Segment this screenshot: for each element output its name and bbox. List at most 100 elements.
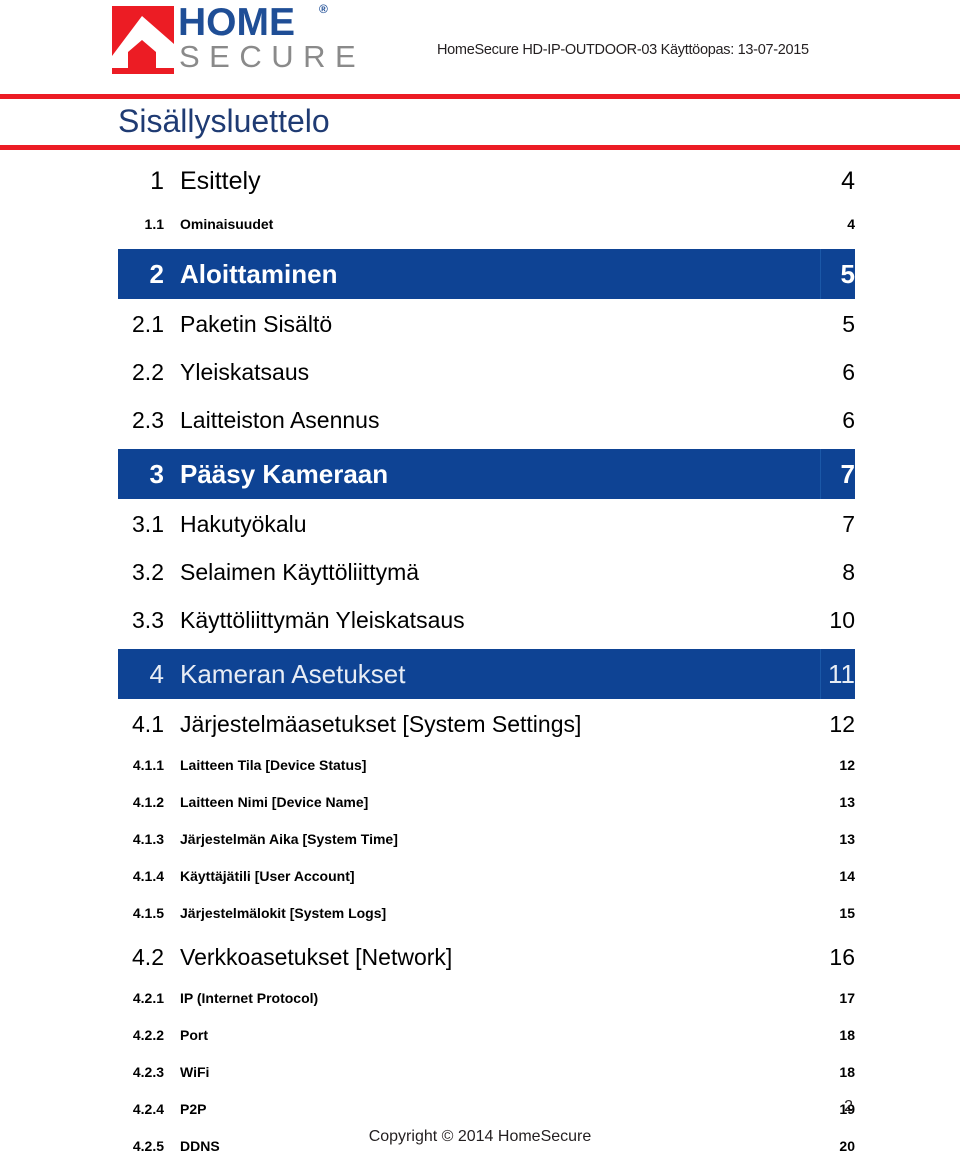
toc-entry-page-number: 11	[828, 659, 855, 689]
toc-entry-number: 4.1.3	[132, 831, 164, 847]
toc-entry-label[interactable]: Käyttöliittymän Yleiskatsaus	[180, 607, 465, 634]
toc-entry-label[interactable]: Laitteiston Asennus	[180, 407, 379, 434]
toc-entry-page-number: 8	[842, 559, 855, 585]
toc-entry-highlight-seam	[820, 249, 821, 299]
header-document-title: HomeSecure HD-IP-OUTDOOR-03 Käyttöopas: …	[437, 42, 809, 58]
table-of-contents: 1 Esittely 4 1.1 Ominaisuudet 4 2 Aloittaminen 5…	[0, 158, 960, 1169]
toc-entry[interactable]: 2.2 Yleiskatsaus 6	[0, 351, 960, 399]
toc-entry-label[interactable]: Port	[180, 1027, 208, 1043]
toc-entry[interactable]: 1 Esittely 4	[0, 158, 960, 210]
toc-entry-number: 4.2.1	[132, 990, 164, 1006]
toc-entry-label[interactable]: Esittely	[180, 167, 261, 196]
toc-entry-label[interactable]: Laitteen Nimi [Device Name]	[180, 794, 368, 810]
toc-entry-page-number: 7	[840, 459, 855, 489]
toc-entry[interactable]: 3.3 Käyttöliittymän Yleiskatsaus 10	[0, 599, 960, 647]
toc-entry-number: 4.2	[132, 944, 164, 970]
toc-entry[interactable]: 4.2.1 IP (Internet Protocol) 17	[0, 984, 960, 1021]
toc-entry-page-number: 7	[842, 511, 855, 537]
toc-entry-highlight-seam	[820, 649, 821, 699]
toc-entry-number: 1.1	[144, 216, 164, 232]
toc-entry-page-number: 16	[829, 944, 855, 970]
toc-entry-page-number: 12	[839, 757, 855, 773]
toc-entry[interactable]: 4.2.2 Port 18	[0, 1021, 960, 1058]
document-footer: 2 Copyright © 2014 HomeSecure	[0, 1098, 960, 1154]
toc-entry-number: 2	[149, 259, 164, 289]
toc-entry-number: 3.2	[132, 559, 164, 585]
toc-entry-label[interactable]: Järjestelmän Aika [System Time]	[180, 831, 398, 847]
toc-entry-number: 3	[149, 459, 164, 489]
logo-wordmark: HOME ® SECURE	[178, 2, 368, 78]
toc-entry-label[interactable]: Pääsy Kameraan	[180, 459, 388, 490]
toc-entry-number: 4.1.4	[132, 868, 164, 884]
toc-entry-label[interactable]: WiFi	[180, 1064, 209, 1080]
toc-entry[interactable]: 4.2 Verkkoasetukset [Network] 16	[0, 936, 960, 984]
toc-entry-label[interactable]: Järjestelmäasetukset [System Settings]	[180, 711, 581, 738]
toc-entry-page-number: 17	[839, 990, 855, 1006]
toc-entry[interactable]: 4.1 Järjestelmäasetukset [System Settings…	[0, 703, 960, 751]
toc-entry[interactable]: 2.3 Laitteiston Asennus 6	[0, 399, 960, 447]
registered-trademark-icon: ®	[319, 2, 328, 16]
toc-entry-label[interactable]: IP (Internet Protocol)	[180, 990, 318, 1006]
toc-entry-label[interactable]: Aloittaminen	[180, 259, 337, 290]
toc-entry-label[interactable]: Verkkoasetukset [Network]	[180, 944, 452, 971]
toc-entry-number: 1	[150, 167, 164, 195]
toc-entry-label[interactable]: Käyttäjätili [User Account]	[180, 868, 355, 884]
toc-entry-label[interactable]: Yleiskatsaus	[180, 359, 309, 386]
toc-entry-page-number: 13	[839, 794, 855, 810]
toc-entry-number: 4.1.2	[132, 794, 164, 810]
divider-rule-bottom	[0, 145, 960, 150]
toc-entry[interactable]: 4.1.2 Laitteen Nimi [Device Name] 13	[0, 788, 960, 825]
toc-entry[interactable]: 2 Aloittaminen 5	[0, 247, 960, 303]
page-number: 2	[844, 1098, 853, 1115]
toc-entry-page-number: 4	[841, 167, 855, 195]
toc-entry-number: 2.1	[132, 311, 164, 337]
toc-entry[interactable]: 4.2.3 WiFi 18	[0, 1058, 960, 1095]
toc-entry-number: 4.2.3	[132, 1064, 164, 1080]
toc-entry-page-number: 18	[839, 1064, 855, 1080]
toc-entry[interactable]: 2.1 Paketin Sisältö 5	[0, 303, 960, 351]
toc-entry-page-number: 5	[842, 311, 855, 337]
page-title: Sisällysluettelo	[118, 103, 330, 139]
toc-entry-page-number: 5	[840, 259, 855, 289]
toc-entry-number: 4.1.1	[132, 757, 164, 773]
toc-entry[interactable]: 4.1.3 Järjestelmän Aika [System Time] 13	[0, 825, 960, 862]
toc-entry-label[interactable]: Kameran Asetukset	[180, 659, 405, 690]
toc-entry[interactable]: 3 Pääsy Kameraan 7	[0, 447, 960, 503]
toc-entry-number: 3.3	[132, 607, 164, 633]
logo-home-text: HOME	[178, 1, 295, 44]
toc-entry-page-number: 14	[839, 868, 855, 884]
toc-entry-number: 2.2	[132, 359, 164, 385]
toc-entry-highlight-seam	[820, 449, 821, 499]
house-arrow-mark-icon	[112, 6, 174, 74]
copyright-notice: Copyright © 2014 HomeSecure	[368, 1128, 592, 1145]
toc-entry-label[interactable]: Hakutyökalu	[180, 511, 307, 538]
toc-entry-label[interactable]: Laitteen Tila [Device Status]	[180, 757, 366, 773]
toc-entry-page-number: 6	[842, 407, 855, 433]
toc-entry[interactable]: 4 Kameran Asetukset 11	[0, 647, 960, 703]
toc-entry-number: 4.1	[132, 711, 164, 737]
toc-entry[interactable]: 3.1 Hakutyökalu 7	[0, 503, 960, 551]
toc-entry[interactable]: 1.1 Ominaisuudet 4	[0, 210, 960, 247]
toc-entry-page-number: 4	[847, 216, 855, 232]
toc-entry-label[interactable]: Ominaisuudet	[180, 216, 273, 232]
toc-entry-label[interactable]: Järjestelmälokit [System Logs]	[180, 905, 386, 921]
homesecure-logo: HOME ® SECURE	[112, 2, 362, 78]
toc-entry-page-number: 6	[842, 359, 855, 385]
toc-entry-page-number: 18	[839, 1027, 855, 1043]
toc-entry-number: 3.1	[132, 511, 164, 537]
toc-entry-page-number: 10	[829, 607, 855, 633]
toc-entry[interactable]: 3.2 Selaimen Käyttöliittymä 8	[0, 551, 960, 599]
toc-entry-label[interactable]: Selaimen Käyttöliittymä	[180, 559, 419, 586]
toc-entry[interactable]: 4.1.1 Laitteen Tila [Device Status] 12	[0, 751, 960, 788]
toc-entry-page-number: 13	[839, 831, 855, 847]
toc-entry-page-number: 12	[829, 711, 855, 737]
logo-secure-text: SECURE	[179, 39, 366, 74]
toc-entry[interactable]: 4.1.5 Järjestelmälokit [System Logs] 15	[0, 899, 960, 936]
divider-rule-top	[0, 94, 960, 99]
toc-entry-page-number: 15	[839, 905, 855, 921]
toc-entry-number: 4	[149, 659, 164, 689]
toc-entry-number: 2.3	[132, 407, 164, 433]
toc-entry[interactable]: 4.1.4 Käyttäjätili [User Account] 14	[0, 862, 960, 899]
toc-entry-label[interactable]: Paketin Sisältö	[180, 311, 332, 338]
toc-entry-number: 4.2.2	[132, 1027, 164, 1043]
